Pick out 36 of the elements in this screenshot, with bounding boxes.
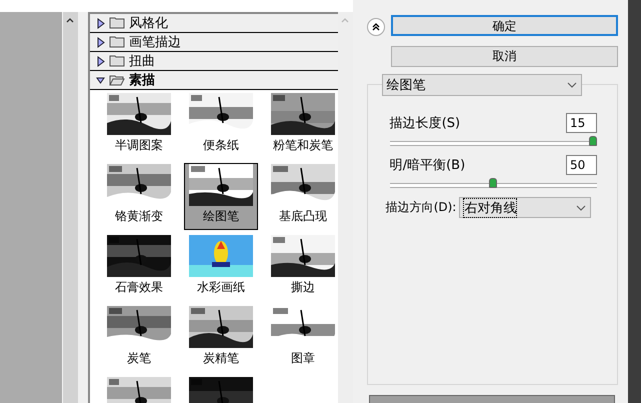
double-chevron-up-icon xyxy=(372,23,380,31)
filter-thumbnail[interactable]: 便条纸 xyxy=(184,92,258,159)
value-field[interactable]: 15 xyxy=(566,113,598,133)
slider-label: 描边长度(S) xyxy=(390,115,460,132)
filter-thumbnail[interactable]: 炭笔 xyxy=(102,305,176,372)
direction-dropdown[interactable]: 右对角线 xyxy=(459,197,592,218)
filter-thumbnail[interactable]: 炭精笔 xyxy=(184,305,258,372)
slider-thumb[interactable] xyxy=(489,178,498,188)
slider-label: 明/暗平衡(B) xyxy=(390,157,466,174)
filter-category[interactable]: 素描 xyxy=(90,71,338,90)
filter-thumbnail[interactable]: 半调图案 xyxy=(102,92,176,159)
scroll-up-icon[interactable] xyxy=(66,18,74,23)
filter-category[interactable]: 扭曲 xyxy=(90,52,338,71)
slider-thumb[interactable] xyxy=(589,136,598,146)
chevron-down-icon xyxy=(576,204,586,210)
filter-category[interactable]: 画笔描边 xyxy=(90,33,338,52)
filter-thumbnail[interactable]: 铬黄渐变 xyxy=(102,163,176,230)
collapse-button[interactable] xyxy=(366,18,385,36)
filter-thumbnail[interactable]: 绘图笔 xyxy=(184,163,258,230)
ok-button[interactable]: 确定 xyxy=(390,15,618,36)
direction-label: 描边方向(D): xyxy=(386,199,456,216)
filter-thumbnail[interactable]: 粉笔和炭笔 xyxy=(266,92,340,159)
filter-thumbnail[interactable]: 石膏效果 xyxy=(102,234,176,301)
filter-thumbnail[interactable]: 图章 xyxy=(266,305,340,372)
filter-thumbnail[interactable]: 基底凸现 xyxy=(266,163,340,230)
cancel-button[interactable]: 取消 xyxy=(390,46,618,67)
filter-category[interactable]: 风格化 xyxy=(90,14,338,33)
value-field[interactable]: 50 xyxy=(566,155,598,175)
filter-dropdown[interactable]: 绘图笔 xyxy=(382,74,582,96)
filter-thumbnail[interactable]: 撕边 xyxy=(266,234,340,301)
folder-icon xyxy=(108,17,125,29)
folder-icon xyxy=(108,55,125,67)
folder-icon xyxy=(108,36,125,48)
folder-icon xyxy=(108,74,125,86)
chevron-down-icon xyxy=(566,82,577,88)
filter-thumbnail[interactable]: 水彩画纸 xyxy=(184,234,258,301)
